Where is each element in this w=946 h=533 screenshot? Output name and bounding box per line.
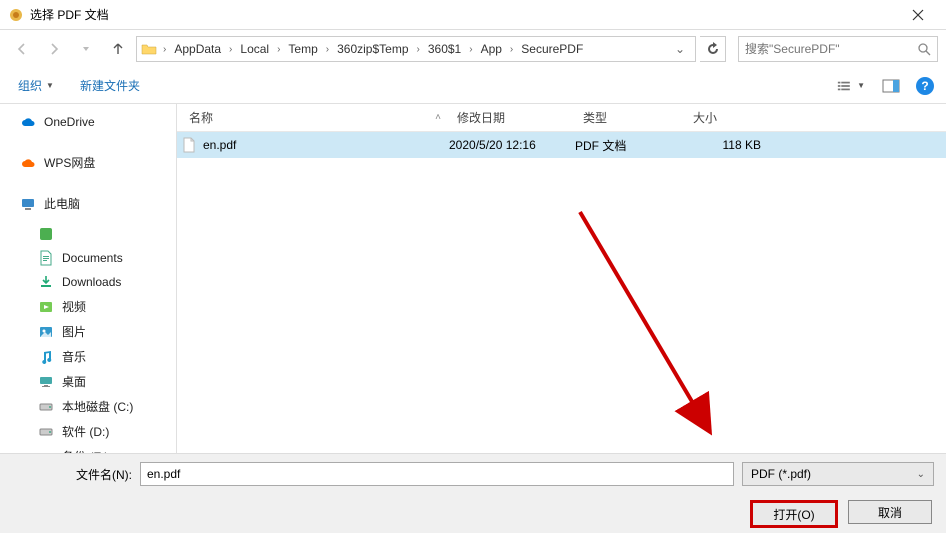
chevron-right-icon: › bbox=[161, 44, 168, 55]
sidebar-item[interactable]: Documents bbox=[0, 246, 176, 270]
app-icon bbox=[8, 7, 24, 23]
music-icon bbox=[38, 349, 54, 365]
refresh-button[interactable] bbox=[700, 36, 726, 62]
pc-icon bbox=[20, 196, 36, 212]
help-button[interactable]: ? bbox=[916, 77, 934, 95]
drive-icon bbox=[38, 424, 54, 440]
col-header-date[interactable]: 修改日期 bbox=[449, 109, 575, 126]
download-icon bbox=[38, 274, 54, 290]
nav-back-button[interactable] bbox=[8, 35, 36, 63]
nav-recent-button[interactable] bbox=[72, 35, 100, 63]
nav-up-button[interactable] bbox=[104, 35, 132, 63]
sidebar-item[interactable] bbox=[0, 222, 176, 246]
sidebar-item[interactable]: 视频 bbox=[0, 294, 176, 319]
video-icon bbox=[38, 299, 54, 315]
breadcrumb-segment[interactable]: AppData bbox=[168, 42, 227, 56]
sidebar-item-label: OneDrive bbox=[44, 115, 95, 129]
breadcrumb-segment[interactable]: Temp bbox=[282, 42, 323, 56]
sidebar-item-label: 软件 (D:) bbox=[62, 423, 109, 440]
close-button[interactable] bbox=[898, 0, 938, 30]
sidebar-item-label: 桌面 bbox=[62, 373, 86, 390]
chevron-right-icon: › bbox=[227, 44, 234, 55]
filetype-filter[interactable]: PDF (*.pdf) ⌄ bbox=[742, 462, 934, 486]
sidebar-item[interactable]: 备份 (E:) bbox=[0, 444, 176, 453]
preview-pane-button[interactable] bbox=[876, 75, 906, 97]
chevron-right-icon: › bbox=[467, 44, 474, 55]
sidebar-item[interactable]: 桌面 bbox=[0, 369, 176, 394]
sidebar-item-label: 音乐 bbox=[62, 348, 86, 365]
search-input-wrapper[interactable] bbox=[738, 36, 938, 62]
window-title: 选择 PDF 文档 bbox=[30, 6, 898, 23]
sidebar-item-label: 视频 bbox=[62, 298, 86, 315]
file-type: PDF 文档 bbox=[575, 137, 685, 154]
sidebar: OneDrive WPS网盘此电脑 Documents Downloads 视频图片音乐… bbox=[0, 104, 176, 453]
organize-button[interactable]: 组织▼ bbox=[12, 73, 60, 98]
search-input[interactable] bbox=[745, 42, 911, 56]
view-mode-button[interactable]: ▼ bbox=[836, 75, 866, 97]
titlebar: 选择 PDF 文档 bbox=[0, 0, 946, 30]
cloud-icon bbox=[20, 155, 36, 171]
sort-asc-icon: ˄ bbox=[435, 112, 441, 123]
doc-icon bbox=[38, 250, 54, 266]
sidebar-item[interactable]: Downloads bbox=[0, 270, 176, 294]
sidebar-item-label: Downloads bbox=[62, 275, 121, 289]
addressbar: › AppData›Local›Temp›360zip$Temp›360$1›A… bbox=[0, 30, 946, 68]
search-icon bbox=[917, 42, 931, 56]
file-date: 2020/5/20 12:16 bbox=[449, 138, 575, 152]
filename-label: 文件名(N): bbox=[12, 466, 132, 483]
column-headers: 名称˄ 修改日期 类型 大小 bbox=[177, 104, 946, 132]
sidebar-item[interactable]: WPS网盘 bbox=[0, 150, 176, 175]
breadcrumb-segment[interactable]: 360$1 bbox=[422, 42, 467, 56]
file-row[interactable]: en.pdf 2020/5/20 12:16 PDF 文档 118 KB bbox=[177, 132, 946, 158]
chevron-right-icon: › bbox=[275, 44, 282, 55]
file-size: 118 KB bbox=[685, 138, 775, 152]
sidebar-item[interactable]: 此电脑 bbox=[0, 191, 176, 216]
breadcrumb-segment[interactable]: App bbox=[475, 42, 508, 56]
cancel-button[interactable]: 取消 bbox=[848, 500, 932, 524]
path-dropdown-icon[interactable]: ⌄ bbox=[669, 42, 691, 56]
sidebar-item[interactable]: 音乐 bbox=[0, 344, 176, 369]
sidebar-item-label: 此电脑 bbox=[44, 195, 80, 212]
breadcrumb-segment[interactable]: Local bbox=[234, 42, 275, 56]
sidebar-item-label: 图片 bbox=[62, 323, 86, 340]
chevron-right-icon: › bbox=[415, 44, 422, 55]
chevron-down-icon: ⌄ bbox=[917, 469, 925, 480]
chevron-down-icon: ▼ bbox=[46, 81, 54, 90]
folder-icon bbox=[141, 41, 157, 57]
breadcrumb[interactable]: › AppData›Local›Temp›360zip$Temp›360$1›A… bbox=[136, 36, 696, 62]
desktop-icon bbox=[38, 374, 54, 390]
filename-input[interactable] bbox=[140, 462, 734, 486]
toolbar: 组织▼ 新建文件夹 ▼ ? bbox=[0, 68, 946, 104]
chevron-right-icon: › bbox=[508, 44, 515, 55]
breadcrumb-segment[interactable]: SecurePDF bbox=[515, 42, 589, 56]
chevron-right-icon: › bbox=[324, 44, 331, 55]
col-header-name[interactable]: 名称˄ bbox=[181, 109, 449, 126]
file-name: en.pdf bbox=[203, 138, 236, 152]
nav-forward-button[interactable] bbox=[40, 35, 68, 63]
green-square-icon bbox=[38, 226, 54, 242]
new-folder-button[interactable]: 新建文件夹 bbox=[74, 73, 146, 98]
pdf-file-icon bbox=[181, 137, 197, 153]
sidebar-item[interactable]: 软件 (D:) bbox=[0, 419, 176, 444]
picture-icon bbox=[38, 324, 54, 340]
drive-icon bbox=[38, 399, 54, 415]
sidebar-item-label: 本地磁盘 (C:) bbox=[62, 398, 133, 415]
sidebar-item-label: WPS网盘 bbox=[44, 154, 95, 171]
sidebar-item[interactable]: 图片 bbox=[0, 319, 176, 344]
breadcrumb-segment[interactable]: 360zip$Temp bbox=[331, 42, 414, 56]
sidebar-item[interactable]: OneDrive bbox=[0, 110, 176, 134]
bottom-panel: 文件名(N): PDF (*.pdf) ⌄ 打开(O) 取消 bbox=[0, 453, 946, 533]
col-header-size[interactable]: 大小 bbox=[685, 109, 775, 126]
sidebar-item-label: Documents bbox=[62, 251, 123, 265]
open-button[interactable]: 打开(O) bbox=[750, 500, 838, 528]
sidebar-item[interactable]: 本地磁盘 (C:) bbox=[0, 394, 176, 419]
file-list: 名称˄ 修改日期 类型 大小 en.pdf 2020/5/20 12:16 PD… bbox=[176, 104, 946, 453]
cloud-icon bbox=[20, 114, 36, 130]
col-header-type[interactable]: 类型 bbox=[575, 109, 685, 126]
